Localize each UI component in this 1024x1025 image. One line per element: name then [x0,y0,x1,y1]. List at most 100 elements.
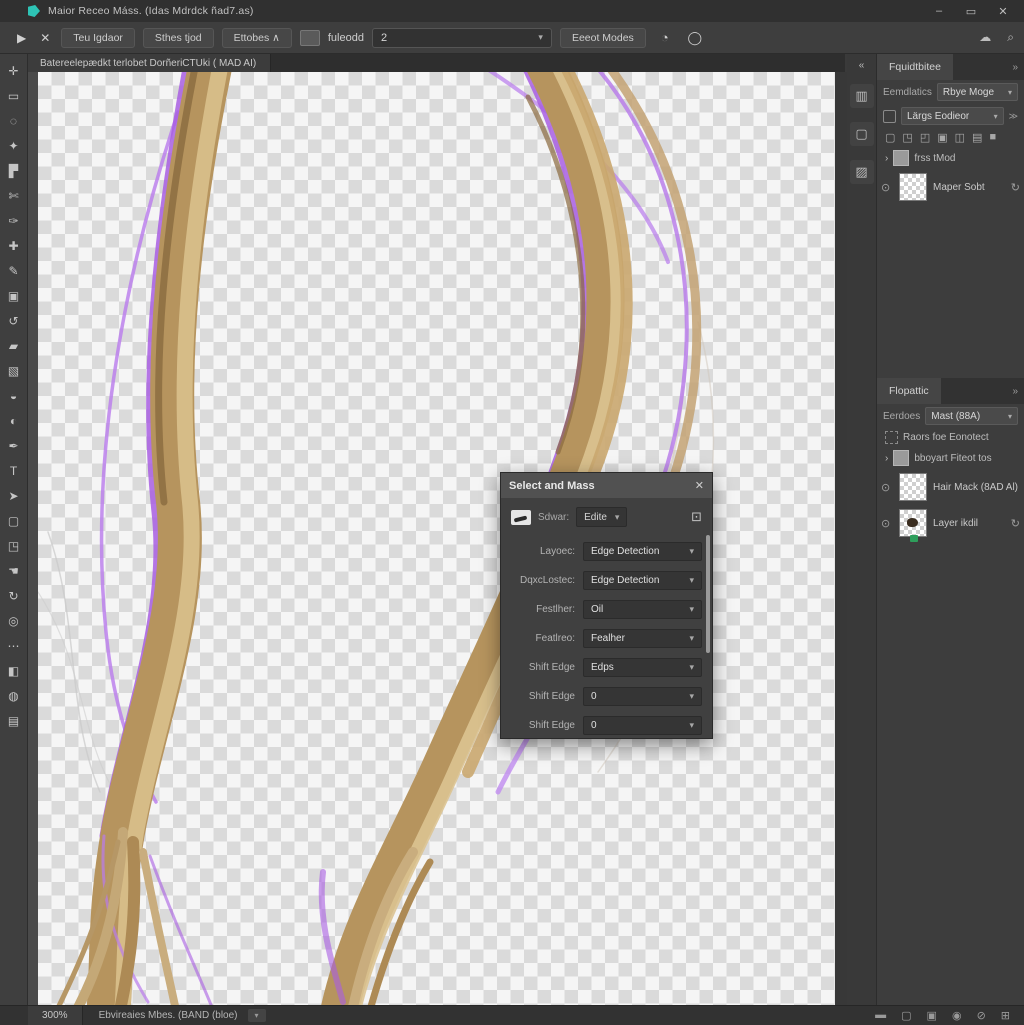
layer-thumbnail[interactable] [899,473,927,501]
layer-mask-icon[interactable]: ▣ [927,1009,937,1022]
quick-mask-icon[interactable]: ◍ [3,683,25,708]
cloud-sync-icon[interactable]: ☁ [979,30,991,45]
panel-collapse-icon[interactable]: » [1012,62,1018,73]
shift-edge-select-3[interactable]: 0▾ [583,716,702,735]
filter-effect-icon[interactable]: ◳ [902,131,912,144]
slice-tool-icon[interactable]: ✄ [3,183,25,208]
feather-select-2[interactable]: Fealher▾ [583,629,702,648]
sync-icon[interactable]: ↻ [1011,181,1020,194]
zoom-level[interactable]: 300% [28,1006,83,1025]
layer-group-row[interactable]: › bboyart Fiteot tos [877,447,1024,469]
layer-effects-icon[interactable]: ⊘ [977,1009,986,1022]
blend-mode-select[interactable]: Rbye Moge ▾ [937,83,1018,101]
minimize-button[interactable]: – [926,3,952,19]
marquee-tool-icon[interactable]: ▭ [3,83,25,108]
filter-checkbox[interactable] [883,110,896,123]
dialog-scrollbar[interactable] [706,535,710,653]
history-brush-tool-icon[interactable]: ↺ [3,308,25,333]
lasso-tool-icon[interactable]: ◌ [3,108,25,133]
canvas-scrollbar[interactable] [835,72,847,1005]
quick-selection-tool-icon[interactable] [511,510,531,525]
close-button[interactable]: ✕ [990,3,1016,19]
cancel-selection-icon[interactable]: ✕ [37,31,53,45]
device-preview-icon[interactable]: ▢ [850,122,874,146]
panel-collapse-icon[interactable]: » [1012,386,1018,397]
artboard-tool-icon[interactable]: ◳ [3,533,25,558]
edge-detection-select-2[interactable]: Edge Detection▾ [583,571,702,590]
zoom-tool-icon[interactable]: ◎ [3,608,25,633]
filter-smart-icon[interactable]: ▤ [972,131,982,144]
document-canvas[interactable] [38,72,835,1005]
options-button-2[interactable]: Sthes tjod [143,28,214,48]
search-icon[interactable]: ⌕ [1007,30,1014,45]
layer-row[interactable]: ⊙ Maper Sobt ↻ [877,169,1024,205]
type-tool-icon[interactable]: T [3,458,25,483]
new-layer-icon[interactable]: ⊞ [1001,1009,1010,1022]
layers-filter-select[interactable]: Lärgs Eodieor ▾ [901,107,1004,125]
libraries-icon[interactable]: ▨ [850,160,874,184]
collapse-panels-icon[interactable]: « [850,60,874,70]
options-dropdown-button[interactable]: Ettobes ∧ [222,28,292,48]
rectangle-tool-icon[interactable]: ▢ [3,508,25,533]
layer-row[interactable]: ⊙ Layer ikdil ↻ [877,505,1024,541]
refine-hair-icon[interactable]: ◯ [684,27,706,49]
layer-group-row[interactable]: › frss tMod [877,147,1024,169]
gradient-tool-icon[interactable]: ▧ [3,358,25,383]
filter-kind-icon[interactable]: ▢ [885,131,895,144]
magic-wand-tool-icon[interactable]: ✦ [3,133,25,158]
view-mode-select[interactable]: Edite ▾ [576,507,627,527]
mask-mode-select[interactable]: Mast (88A) ▾ [925,407,1018,425]
feather-select[interactable]: Oil▾ [583,600,702,619]
dialog-header[interactable]: Select and Mass ✕ [501,473,712,498]
maximize-button[interactable]: ▭ [958,3,984,19]
mask-preview-icon[interactable]: ◔ [654,27,676,49]
hair-strands-image [38,72,835,1005]
panel-top-tab[interactable]: Fquidtbitee [877,54,953,80]
histogram-icon[interactable]: ▥ [850,84,874,108]
eyedropper-tool-icon[interactable]: ✑ [3,208,25,233]
adjustment-layer-icon[interactable]: ◉ [952,1009,962,1022]
dodge-tool-icon[interactable]: ◐ [3,408,25,433]
blur-tool-icon[interactable]: ◒ [3,383,25,408]
pen-tool-icon[interactable]: ✒ [3,433,25,458]
edit-toolbar-icon[interactable]: ⋯ [3,633,25,658]
document-tab[interactable]: Batereelepædkt terlobet DorñeriCTUki ( M… [28,54,271,72]
filter-selected-icon[interactable]: ■ [989,131,996,144]
sync-icon[interactable]: ↻ [1011,517,1020,530]
path-selection-tool-icon[interactable]: ➤ [3,483,25,508]
layer-thumbnail[interactable] [899,509,927,537]
shift-edge-select-2[interactable]: 0▾ [583,687,702,706]
color-swatches-icon[interactable]: ◧ [3,658,25,683]
refine-frame-icon[interactable]: ⊡ [691,509,702,525]
eye-icon[interactable]: ⊙ [881,517,893,530]
filter-color-icon[interactable]: ◫ [955,131,965,144]
brush-tool-icon[interactable]: ✎ [3,258,25,283]
shift-edge-select[interactable]: Edps▾ [583,658,702,677]
mask-option-row[interactable]: Raors foe Eonotect [877,428,1024,447]
filter-mode-icon[interactable]: ◰ [920,131,930,144]
eraser-tool-icon[interactable]: ▰ [3,333,25,358]
healing-brush-tool-icon[interactable]: ✚ [3,233,25,258]
hand-tool-icon[interactable]: ☚ [3,558,25,583]
active-tool-icon[interactable]: ▶ [14,31,29,45]
options-button-1[interactable]: Teu Igdaor [61,28,135,48]
filter-extra-icon[interactable]: ≫ [1009,111,1018,122]
sample-size-select[interactable]: 2 ▾ [372,28,552,48]
layer-row[interactable]: ⊙ Hair Mack (8AD Al) [877,469,1024,505]
status-chevron-icon[interactable]: ▾ [248,1009,266,1022]
close-icon[interactable]: ✕ [695,479,704,492]
eye-icon[interactable]: ⊙ [881,181,893,194]
screen-mode-icon[interactable]: ▤ [3,708,25,733]
panel-bottom-tab[interactable]: Flopattic [877,378,941,404]
crop-tool-icon[interactable]: ▛ [3,158,25,183]
clone-stamp-tool-icon[interactable]: ▣ [3,283,25,308]
rotate-view-tool-icon[interactable]: ↻ [3,583,25,608]
edge-detection-select[interactable]: Edge Detection▾ [583,542,702,561]
move-tool-icon[interactable]: ✛ [3,58,25,83]
filter-attr-icon[interactable]: ▣ [937,131,947,144]
layer-frame-icon[interactable]: ▢ [901,1009,911,1022]
link-layers-icon[interactable]: ▬ [875,1009,886,1022]
layer-thumbnail[interactable] [899,173,927,201]
select-modes-button[interactable]: Eeeot Modes [560,28,646,48]
eye-icon[interactable]: ⊙ [881,481,893,494]
